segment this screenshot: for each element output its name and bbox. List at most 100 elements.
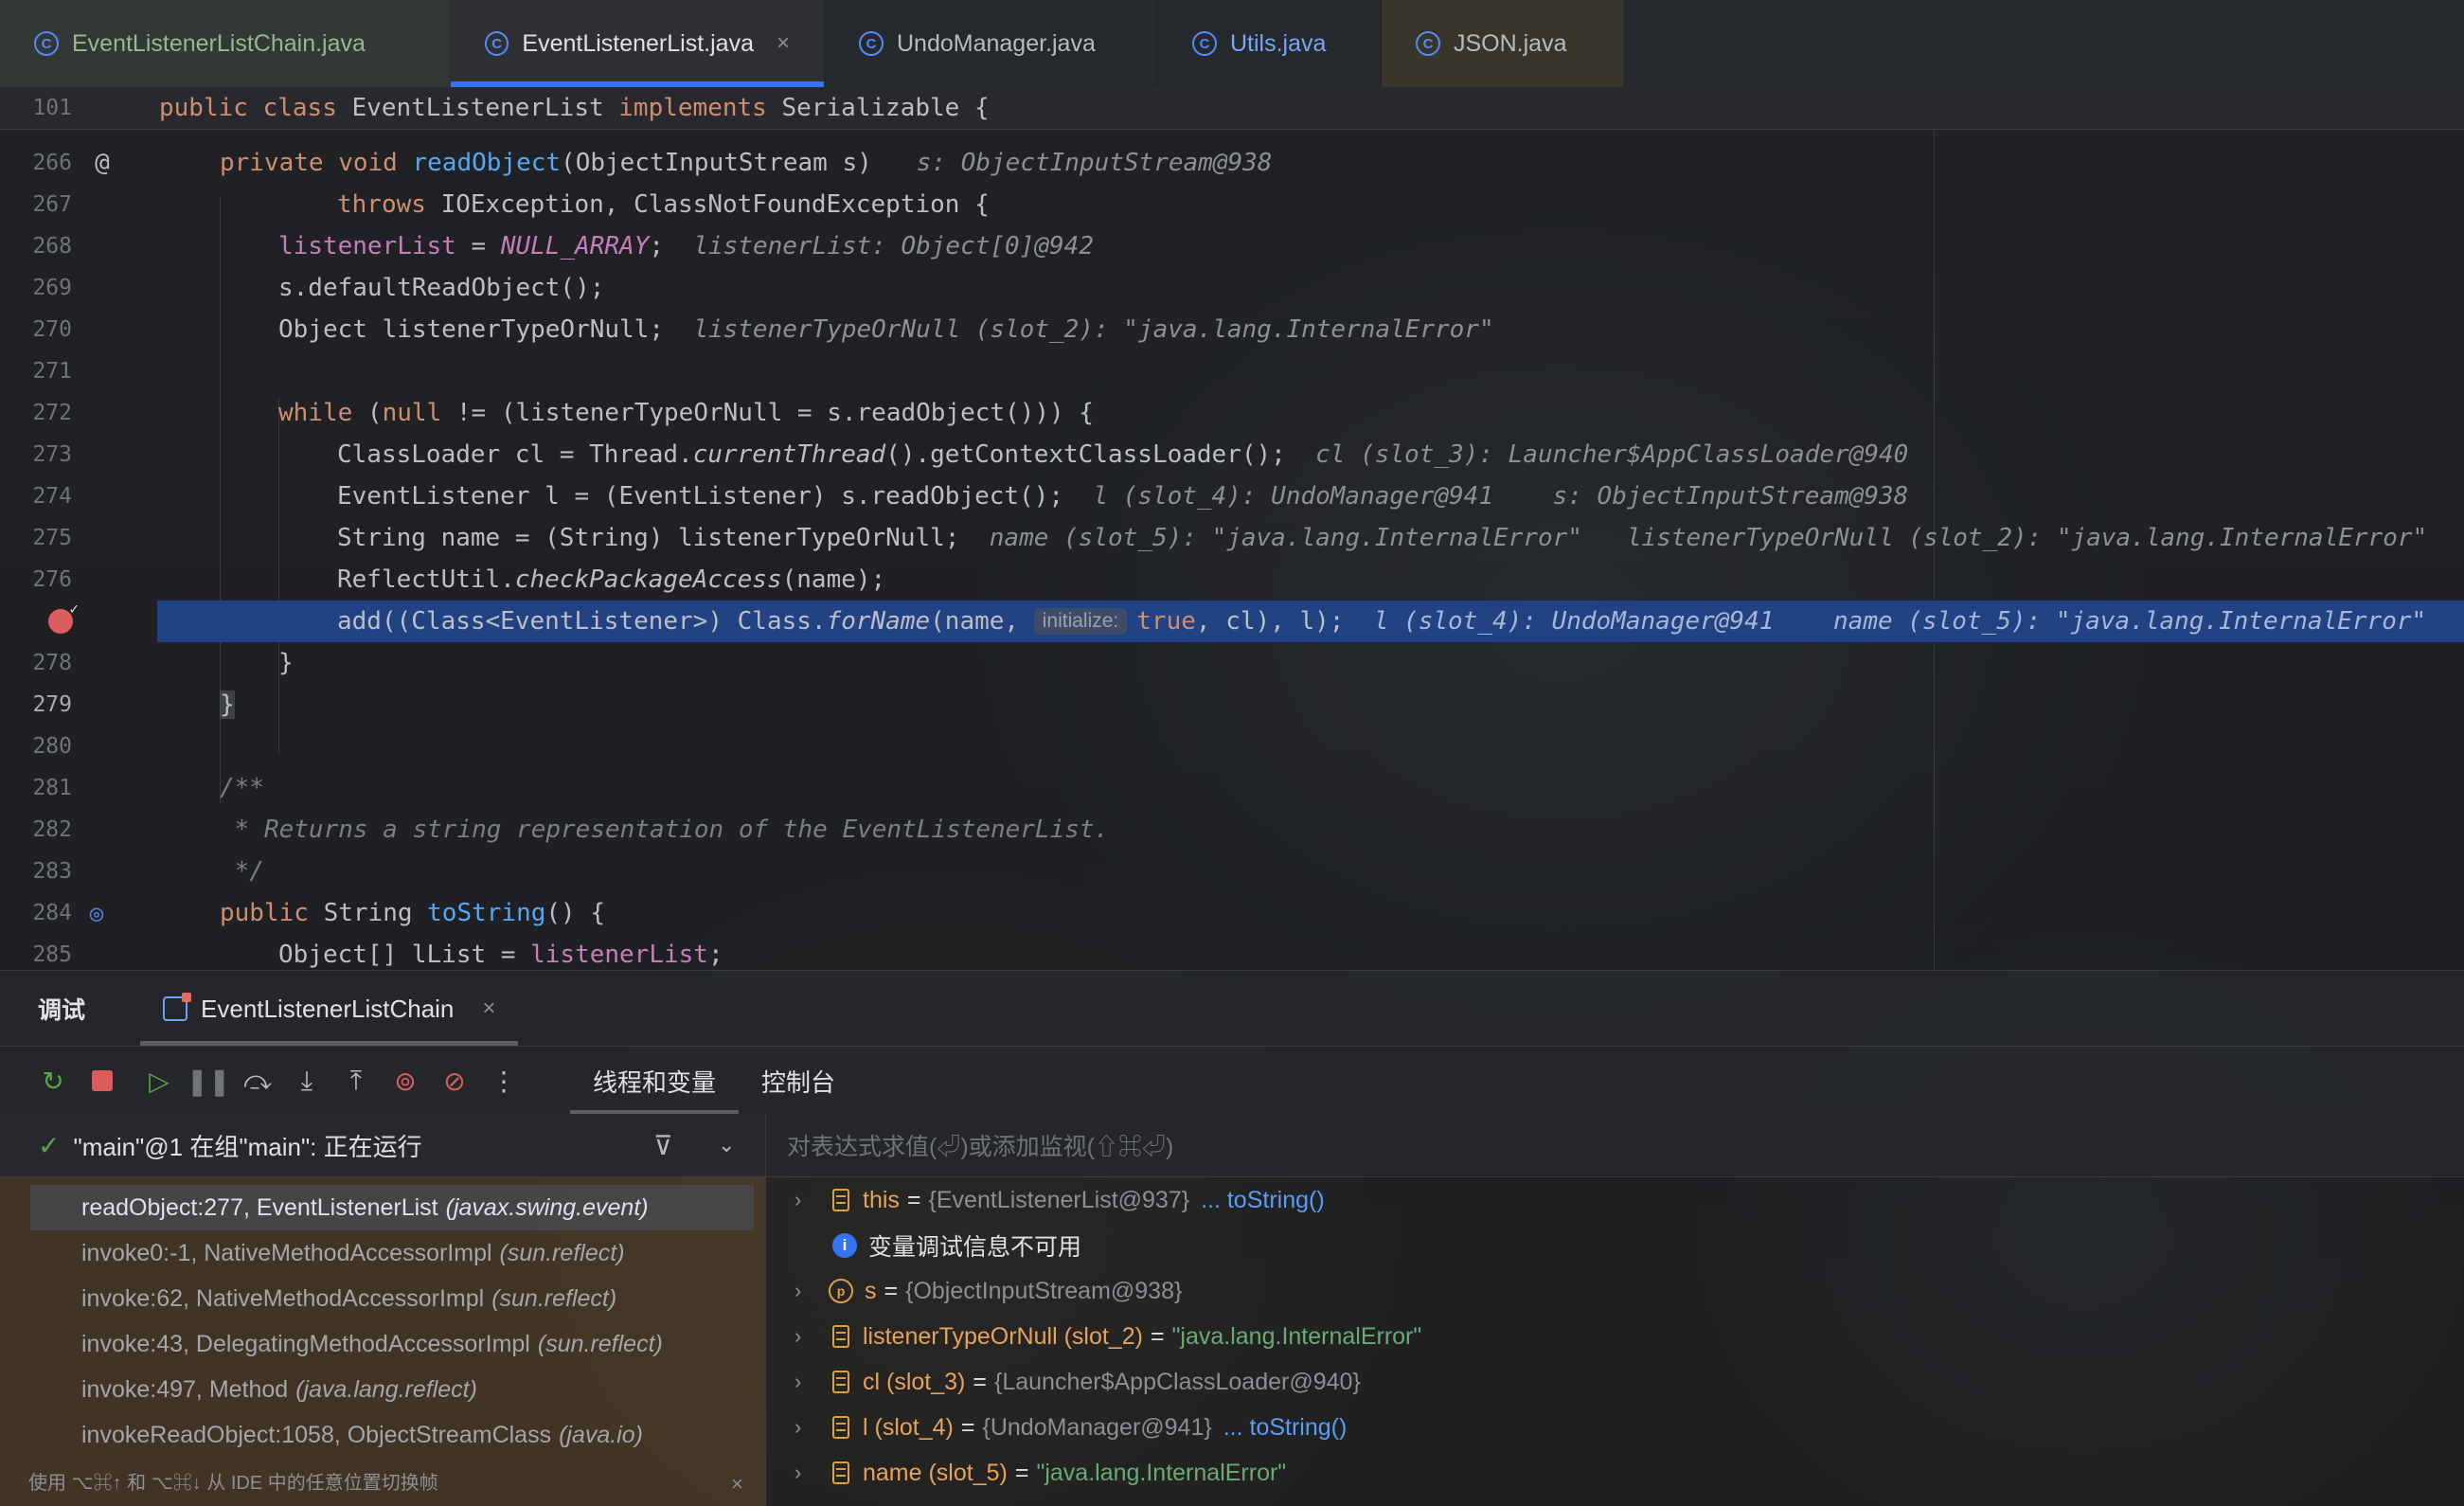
variable-row[interactable]: › this = {EventListenerList@937} ... toS… <box>766 1177 2464 1223</box>
code-line[interactable]: 282 * Returns a string representation of… <box>0 809 2464 851</box>
variable-row[interactable]: › l (slot_4) = {UndoManager@941} ... toS… <box>766 1405 2464 1450</box>
line-number: 284 <box>32 901 72 925</box>
field-icon <box>832 1189 849 1211</box>
code-line[interactable]: 271 <box>0 350 2464 392</box>
step-over-icon[interactable]: ⤼ <box>233 1056 282 1105</box>
stack-frame[interactable]: invoke:497, Method (java.lang.reflect) <box>0 1367 765 1412</box>
more-options-icon[interactable]: ⋮ <box>479 1056 528 1105</box>
thread-selector[interactable]: ✓ "main"@1 在组"main": 正在运行 ⊽ ⌄ <box>0 1114 765 1177</box>
code-text: public class EventListenerList implement… <box>159 94 990 122</box>
debug-session-tab[interactable]: EventListenerListChain × <box>140 971 519 1047</box>
stack-frame[interactable]: invoke:62, NativeMethodAccessorImpl (sun.… <box>0 1276 765 1321</box>
sticky-line[interactable]: 101 public class EventListenerList imple… <box>0 87 2464 130</box>
tab-undomanager[interactable]: C UndoManager.java <box>825 0 1158 87</box>
frame-method: readObject:277, EventListenerList <box>81 1193 438 1221</box>
line-number: 272 <box>32 401 72 425</box>
line-number: 271 <box>32 359 72 384</box>
code-line[interactable]: 273 ClassLoader cl = Thread.currentThrea… <box>0 434 2464 475</box>
tab-label: EventListenerListChain.java <box>72 29 366 57</box>
code-line[interactable]: 274 EventListener l = (EventListener) s.… <box>0 475 2464 517</box>
debug-tool-window-header: 调试 EventListenerListChain × <box>0 970 2464 1047</box>
evaluate-expression-input[interactable]: 对表达式求值(⏎)或添加监视(⇧⌘⏎) <box>766 1114 2464 1177</box>
override-at-icon[interactable]: @ <box>87 148 117 178</box>
line-number: 268 <box>32 234 72 259</box>
tab-json[interactable]: C JSON.java <box>1382 0 1624 87</box>
close-icon[interactable]: × <box>482 995 495 1022</box>
stack-frame[interactable]: invoke:43, DelegatingMethodAccessorImpl (… <box>0 1321 765 1367</box>
code-line[interactable]: 278 } <box>0 642 2464 684</box>
pause-icon[interactable]: ❚❚ <box>184 1056 233 1105</box>
line-number: 266 <box>32 151 72 175</box>
tostring-link[interactable]: ... toString() <box>1201 1187 1325 1214</box>
current-execution-line[interactable]: add((Class<EventListener>) Class.forName… <box>157 601 2464 642</box>
class-icon: C <box>859 31 884 56</box>
stop-button[interactable] <box>78 1056 127 1105</box>
chevron-down-icon[interactable]: ⌄ <box>718 1133 735 1157</box>
expand-arrow-icon[interactable]: › <box>795 1415 823 1440</box>
stack-frame[interactable]: readObject:277, EventListenerList (javax.… <box>30 1185 754 1230</box>
mute-breakpoints-icon[interactable]: ⊘ <box>430 1056 479 1105</box>
tab-console[interactable]: 控制台 <box>739 1047 858 1115</box>
frame-package: (java.lang.reflect) <box>295 1375 477 1403</box>
code-line[interactable]: 280 <box>0 726 2464 767</box>
frame-package: (sun.reflect) <box>499 1239 625 1266</box>
tostring-link[interactable]: ... toString() <box>1223 1414 1348 1442</box>
step-into-icon[interactable]: ⤓ <box>282 1056 331 1105</box>
stack-frame[interactable]: invoke0:-1, NativeMethodAccessorImpl (sun… <box>0 1230 765 1276</box>
class-icon: C <box>34 31 59 56</box>
code-line[interactable]: 269 s.defaultReadObject(); <box>0 267 2464 309</box>
code-editor[interactable]: 101 public class EventListenerList imple… <box>0 87 2464 970</box>
code-line[interactable]: 284 ◎ public String toString() { <box>0 892 2464 934</box>
tab-threads-variables[interactable]: 线程和变量 <box>570 1047 740 1115</box>
expand-arrow-icon[interactable]: › <box>795 1324 823 1349</box>
resume-icon[interactable]: ▷ <box>134 1056 184 1105</box>
line-number: 276 <box>32 567 72 592</box>
code-text: * Returns a string representation of the… <box>220 816 1110 844</box>
tab-eventlistenerlist[interactable]: C EventListenerList.java × <box>451 0 825 87</box>
expand-arrow-icon[interactable]: › <box>795 1279 823 1303</box>
line-number: 273 <box>32 442 72 467</box>
editor-tab-bar: C EventListenerListChain.java C EventLis… <box>0 0 2464 88</box>
code-line[interactable]: 279 } <box>0 684 2464 726</box>
close-icon[interactable]: × <box>731 1472 743 1497</box>
step-out-icon[interactable]: ⤒ <box>331 1056 381 1105</box>
breakpoint-icon[interactable] <box>45 600 79 636</box>
frame-method: invoke:62, NativeMethodAccessorImpl <box>81 1284 485 1312</box>
code-line[interactable]: 266 @ private void readObject(ObjectInpu… <box>0 142 2464 184</box>
variable-row[interactable]: › p s = {ObjectInputStream@938} <box>766 1268 2464 1314</box>
override-method-icon[interactable]: ◎ <box>81 898 112 928</box>
code-line[interactable]: 276 ReflectUtil.checkPackageAccess(name)… <box>0 559 2464 601</box>
code-line[interactable]: 272 while (null != (listenerTypeOrNull =… <box>0 392 2464 434</box>
code-line[interactable]: 270 Object listenerTypeOrNull; listenerT… <box>0 309 2464 350</box>
close-icon[interactable]: × <box>777 30 790 57</box>
filter-icon[interactable]: ⊽ <box>653 1130 673 1161</box>
view-breakpoints-icon[interactable]: ⊚ <box>381 1056 430 1105</box>
code-line[interactable]: 267 throws IOException, ClassNotFoundExc… <box>0 184 2464 225</box>
variable-row[interactable]: › name (slot_5) = "java.lang.InternalErr… <box>766 1450 2464 1496</box>
variable-row[interactable]: › listenerTypeOrNull (slot_2) = "java.la… <box>766 1314 2464 1359</box>
debug-title: 调试 <box>38 997 86 1024</box>
rerun-icon[interactable]: ↻ <box>28 1056 78 1105</box>
line-number: 101 <box>32 96 72 120</box>
frame-method: invoke:497, Method <box>81 1375 289 1403</box>
code-line[interactable]: 268 listenerList = NULL_ARRAY; listenerL… <box>0 225 2464 267</box>
check-icon: ✓ <box>38 1130 61 1160</box>
code-line[interactable]: 275 String name = (String) listenerTypeO… <box>0 517 2464 559</box>
expand-arrow-icon[interactable]: › <box>795 1188 823 1212</box>
class-icon: C <box>485 31 509 56</box>
field-icon <box>832 1461 849 1484</box>
field-icon <box>832 1325 849 1348</box>
line-number: 274 <box>32 484 72 509</box>
expand-arrow-icon[interactable]: › <box>795 1370 823 1394</box>
tab-utils[interactable]: C Utils.java <box>1158 0 1382 87</box>
line-number: 267 <box>32 192 72 217</box>
stack-frame[interactable]: invokeReadObject:1058, ObjectStreamClass… <box>0 1412 765 1458</box>
info-icon: i <box>832 1233 857 1258</box>
code-line[interactable]: 281 /** <box>0 767 2464 809</box>
expand-arrow-icon[interactable]: › <box>795 1461 823 1485</box>
code-line[interactable]: 283 */ <box>0 851 2464 892</box>
field-icon <box>832 1416 849 1439</box>
variable-row[interactable]: › cl (slot_3) = {Launcher$AppClassLoader… <box>766 1359 2464 1405</box>
tab-eventlistenerlistchain[interactable]: C EventListenerListChain.java <box>0 0 451 87</box>
class-icon: C <box>1192 31 1217 56</box>
